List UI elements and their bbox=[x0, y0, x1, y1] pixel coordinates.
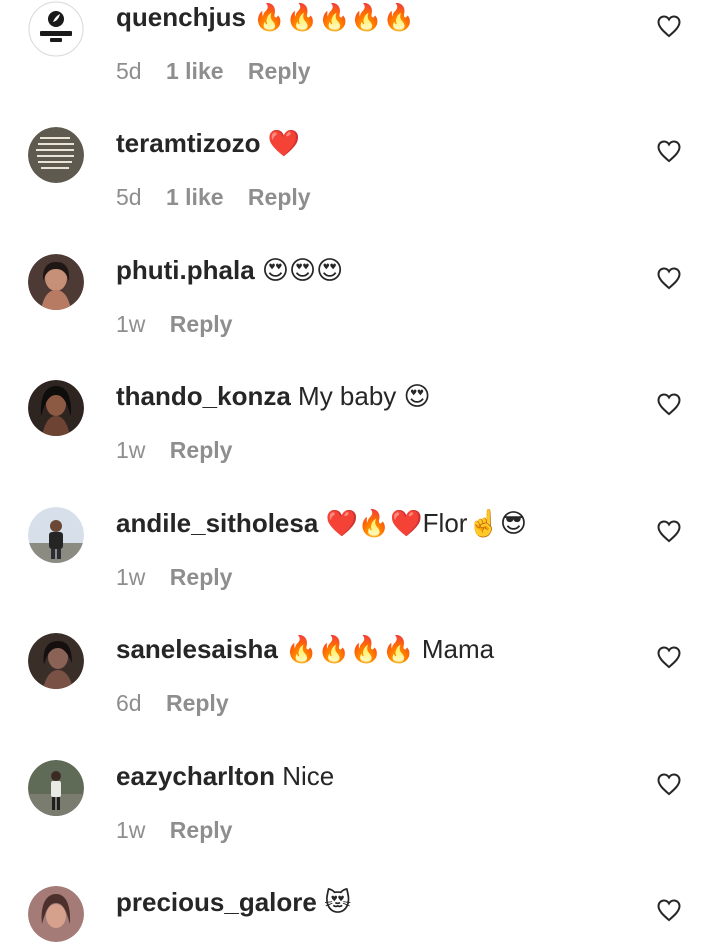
heart-outline-icon bbox=[657, 899, 681, 922]
comment-list: quenchjus 🔥🔥🔥🔥🔥 5d 1 like Reply teramtiz… bbox=[0, 0, 720, 942]
comment-line: teramtizozo ❤️ bbox=[116, 126, 300, 160]
comment-time: 1w bbox=[116, 817, 146, 843]
comment-line: phuti.phala 😍😍😍 bbox=[116, 253, 343, 287]
comment-meta: 1w Reply bbox=[116, 435, 250, 465]
like-button[interactable] bbox=[654, 769, 684, 799]
comment-line: eazycharlton Nice bbox=[116, 759, 334, 793]
quench-jus-logo-avatar bbox=[28, 1, 84, 57]
avatar[interactable] bbox=[28, 633, 84, 689]
heart-outline-icon bbox=[657, 773, 681, 796]
username[interactable]: quenchjus bbox=[116, 2, 246, 32]
comment-text: 😍😍😍 bbox=[261, 255, 344, 285]
comment-time: 5d bbox=[116, 184, 142, 210]
text-quote-avatar bbox=[28, 127, 84, 183]
avatar[interactable] bbox=[28, 254, 84, 310]
reply-button[interactable]: Reply bbox=[170, 562, 233, 592]
comment-item: sanelesaisha 🔥🔥🔥🔥 Mama 6d Reply bbox=[0, 632, 720, 758]
comment-item: thando_konza My baby 😍 1w Reply bbox=[0, 379, 720, 505]
comment-time: 1w bbox=[116, 437, 146, 463]
avatar[interactable] bbox=[28, 886, 84, 942]
heart-outline-icon bbox=[657, 646, 681, 669]
comment-item: quenchjus 🔥🔥🔥🔥🔥 5d 1 like Reply bbox=[0, 0, 720, 126]
comment-item: andile_sitholesa ❤️🔥❤️Flor☝️😎 1w Reply bbox=[0, 506, 720, 632]
woman-portrait-avatar bbox=[28, 633, 84, 689]
reply-button[interactable]: Reply bbox=[170, 309, 233, 339]
comment-line: quenchjus 🔥🔥🔥🔥🔥 bbox=[116, 0, 415, 34]
username[interactable]: eazycharlton bbox=[116, 761, 275, 791]
comment-text: 🔥🔥🔥🔥🔥 bbox=[253, 2, 416, 32]
like-button[interactable] bbox=[654, 389, 684, 419]
like-button[interactable] bbox=[654, 11, 684, 41]
comment-line: andile_sitholesa ❤️🔥❤️Flor☝️😎 bbox=[116, 506, 527, 540]
comment-text: ❤️🔥❤️Flor☝️😎 bbox=[325, 508, 527, 538]
like-count[interactable]: 1 like bbox=[166, 182, 224, 212]
like-button[interactable] bbox=[654, 895, 684, 925]
reply-button[interactable]: Reply bbox=[170, 815, 233, 845]
comment-time: 1w bbox=[116, 564, 146, 590]
comment-item: teramtizozo ❤️ 5d 1 like Reply bbox=[0, 126, 720, 252]
comment-time: 6d bbox=[116, 690, 142, 716]
comment-line: precious_galore 😻 bbox=[116, 885, 351, 919]
reply-button[interactable]: Reply bbox=[248, 182, 311, 212]
like-button[interactable] bbox=[654, 642, 684, 672]
like-button[interactable] bbox=[654, 516, 684, 546]
comment-item: phuti.phala 😍😍😍 1w Reply bbox=[0, 253, 720, 379]
comment-meta: 5d 1 like Reply bbox=[116, 56, 329, 86]
avatar[interactable] bbox=[28, 380, 84, 436]
man-standing-avatar bbox=[28, 760, 84, 816]
heart-outline-icon bbox=[657, 393, 681, 416]
comment-meta: 1w Reply bbox=[116, 562, 250, 592]
heart-outline-icon bbox=[657, 15, 681, 38]
comment-meta: 6d Reply bbox=[116, 688, 247, 718]
heart-outline-icon bbox=[657, 140, 681, 163]
comment-time: 1w bbox=[116, 311, 146, 337]
username[interactable]: andile_sitholesa bbox=[116, 508, 318, 538]
man-outdoor-avatar bbox=[28, 507, 84, 563]
username[interactable]: sanelesaisha bbox=[116, 634, 278, 664]
like-count[interactable]: 1 like bbox=[166, 56, 224, 86]
like-button[interactable] bbox=[654, 136, 684, 166]
comment-line: sanelesaisha 🔥🔥🔥🔥 Mama bbox=[116, 632, 494, 666]
comment-meta: 1w Reply bbox=[116, 815, 250, 845]
reply-button[interactable]: Reply bbox=[166, 688, 229, 718]
comment-item: precious_galore 😻 bbox=[0, 885, 720, 942]
comment-text: 🔥🔥🔥🔥 Mama bbox=[285, 634, 495, 664]
username[interactable]: phuti.phala bbox=[116, 255, 255, 285]
username[interactable]: precious_galore bbox=[116, 887, 317, 917]
avatar[interactable] bbox=[28, 507, 84, 563]
heart-outline-icon bbox=[657, 267, 681, 290]
comment-meta: 1w Reply bbox=[116, 309, 250, 339]
comment-time: 5d bbox=[116, 58, 142, 84]
comment-item: eazycharlton Nice 1w Reply bbox=[0, 759, 720, 885]
woman-portrait-avatar bbox=[28, 886, 84, 942]
comment-text: ❤️ bbox=[267, 128, 301, 158]
reply-button[interactable]: Reply bbox=[248, 56, 311, 86]
comment-meta: 5d 1 like Reply bbox=[116, 182, 329, 212]
avatar[interactable] bbox=[28, 1, 84, 57]
woman-portrait-avatar bbox=[28, 254, 84, 310]
avatar[interactable] bbox=[28, 127, 84, 183]
reply-button[interactable]: Reply bbox=[170, 435, 233, 465]
username[interactable]: thando_konza bbox=[116, 381, 291, 411]
comment-text: 😻 bbox=[324, 887, 352, 917]
comment-text: Nice bbox=[282, 761, 335, 791]
like-button[interactable] bbox=[654, 263, 684, 293]
comment-text: My baby 😍 bbox=[298, 381, 431, 411]
heart-outline-icon bbox=[657, 520, 681, 543]
avatar[interactable] bbox=[28, 760, 84, 816]
username[interactable]: teramtizozo bbox=[116, 128, 260, 158]
woman-portrait-avatar bbox=[28, 380, 84, 436]
comment-line: thando_konza My baby 😍 bbox=[116, 379, 431, 413]
